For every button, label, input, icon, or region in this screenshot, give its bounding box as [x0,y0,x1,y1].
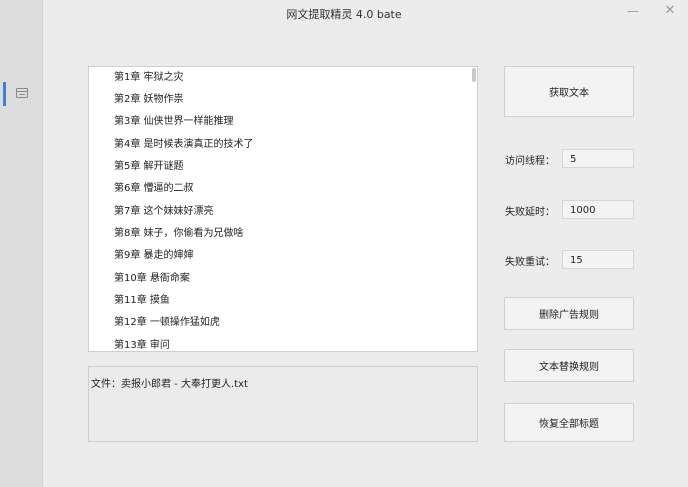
file-name-label: 文件：卖报小郎君 - 大奉打更人.txt [91,379,248,390]
list-item[interactable]: 第9章 暴走的婶婶 [114,247,194,265]
retry-delay-input[interactable]: 1000 [562,200,634,219]
text-replace-rules-button[interactable]: 文本替换规则 [504,349,634,382]
list-item[interactable]: 第3章 仙侠世界一样能推理 [114,113,234,131]
chapter-list[interactable]: 第1章 牢狱之灾 第2章 妖物作祟 第3章 仙侠世界一样能推理 第4章 是时候表… [88,66,478,352]
delete-ad-rules-button[interactable]: 删除广告规则 [504,297,634,330]
window-title: 网文提取精灵 4.0 bate [286,8,402,21]
list-window-icon[interactable] [16,88,28,98]
list-item[interactable]: 第5章 解开谜题 [114,158,184,176]
list-item[interactable]: 第13章 审问 [114,337,170,351]
fetch-text-button[interactable]: 获取文本 [504,66,634,117]
retry-count-label: 失败重试： [505,257,555,268]
minimize-button[interactable]: — [622,2,644,20]
restore-titles-button[interactable]: 恢复全部标题 [504,403,634,442]
list-item[interactable]: 第7章 这个妹妹好漂亮 [114,203,214,221]
list-item[interactable]: 第2章 妖物作祟 [114,91,184,109]
file-info-panel: 文件：卖报小郎君 - 大奉打更人.txt [88,366,478,442]
list-item[interactable]: 第4章 是时候表演真正的技术了 [114,136,254,154]
retry-delay-label: 失败延时： [505,207,555,218]
list-item[interactable]: 第8章 妹子，你偷看为兄做啥 [114,225,244,243]
sidebar-active-indicator [3,82,6,106]
list-item[interactable]: 第1章 牢狱之灾 [114,69,184,87]
list-item[interactable]: 第6章 懵逼的二叔 [114,180,194,198]
retry-count-input[interactable]: 15 [562,250,634,269]
sidebar [0,0,43,487]
threads-label: 访问线程： [505,156,555,167]
scrollbar-thumb[interactable] [472,68,476,82]
list-item[interactable]: 第10章 悬衙命案 [114,270,190,288]
list-item[interactable]: 第11章 摸鱼 [114,292,170,310]
threads-input[interactable]: 5 [562,149,634,168]
close-button[interactable]: ✕ [659,2,681,20]
list-item[interactable]: 第12章 一顿操作猛如虎 [114,314,220,332]
